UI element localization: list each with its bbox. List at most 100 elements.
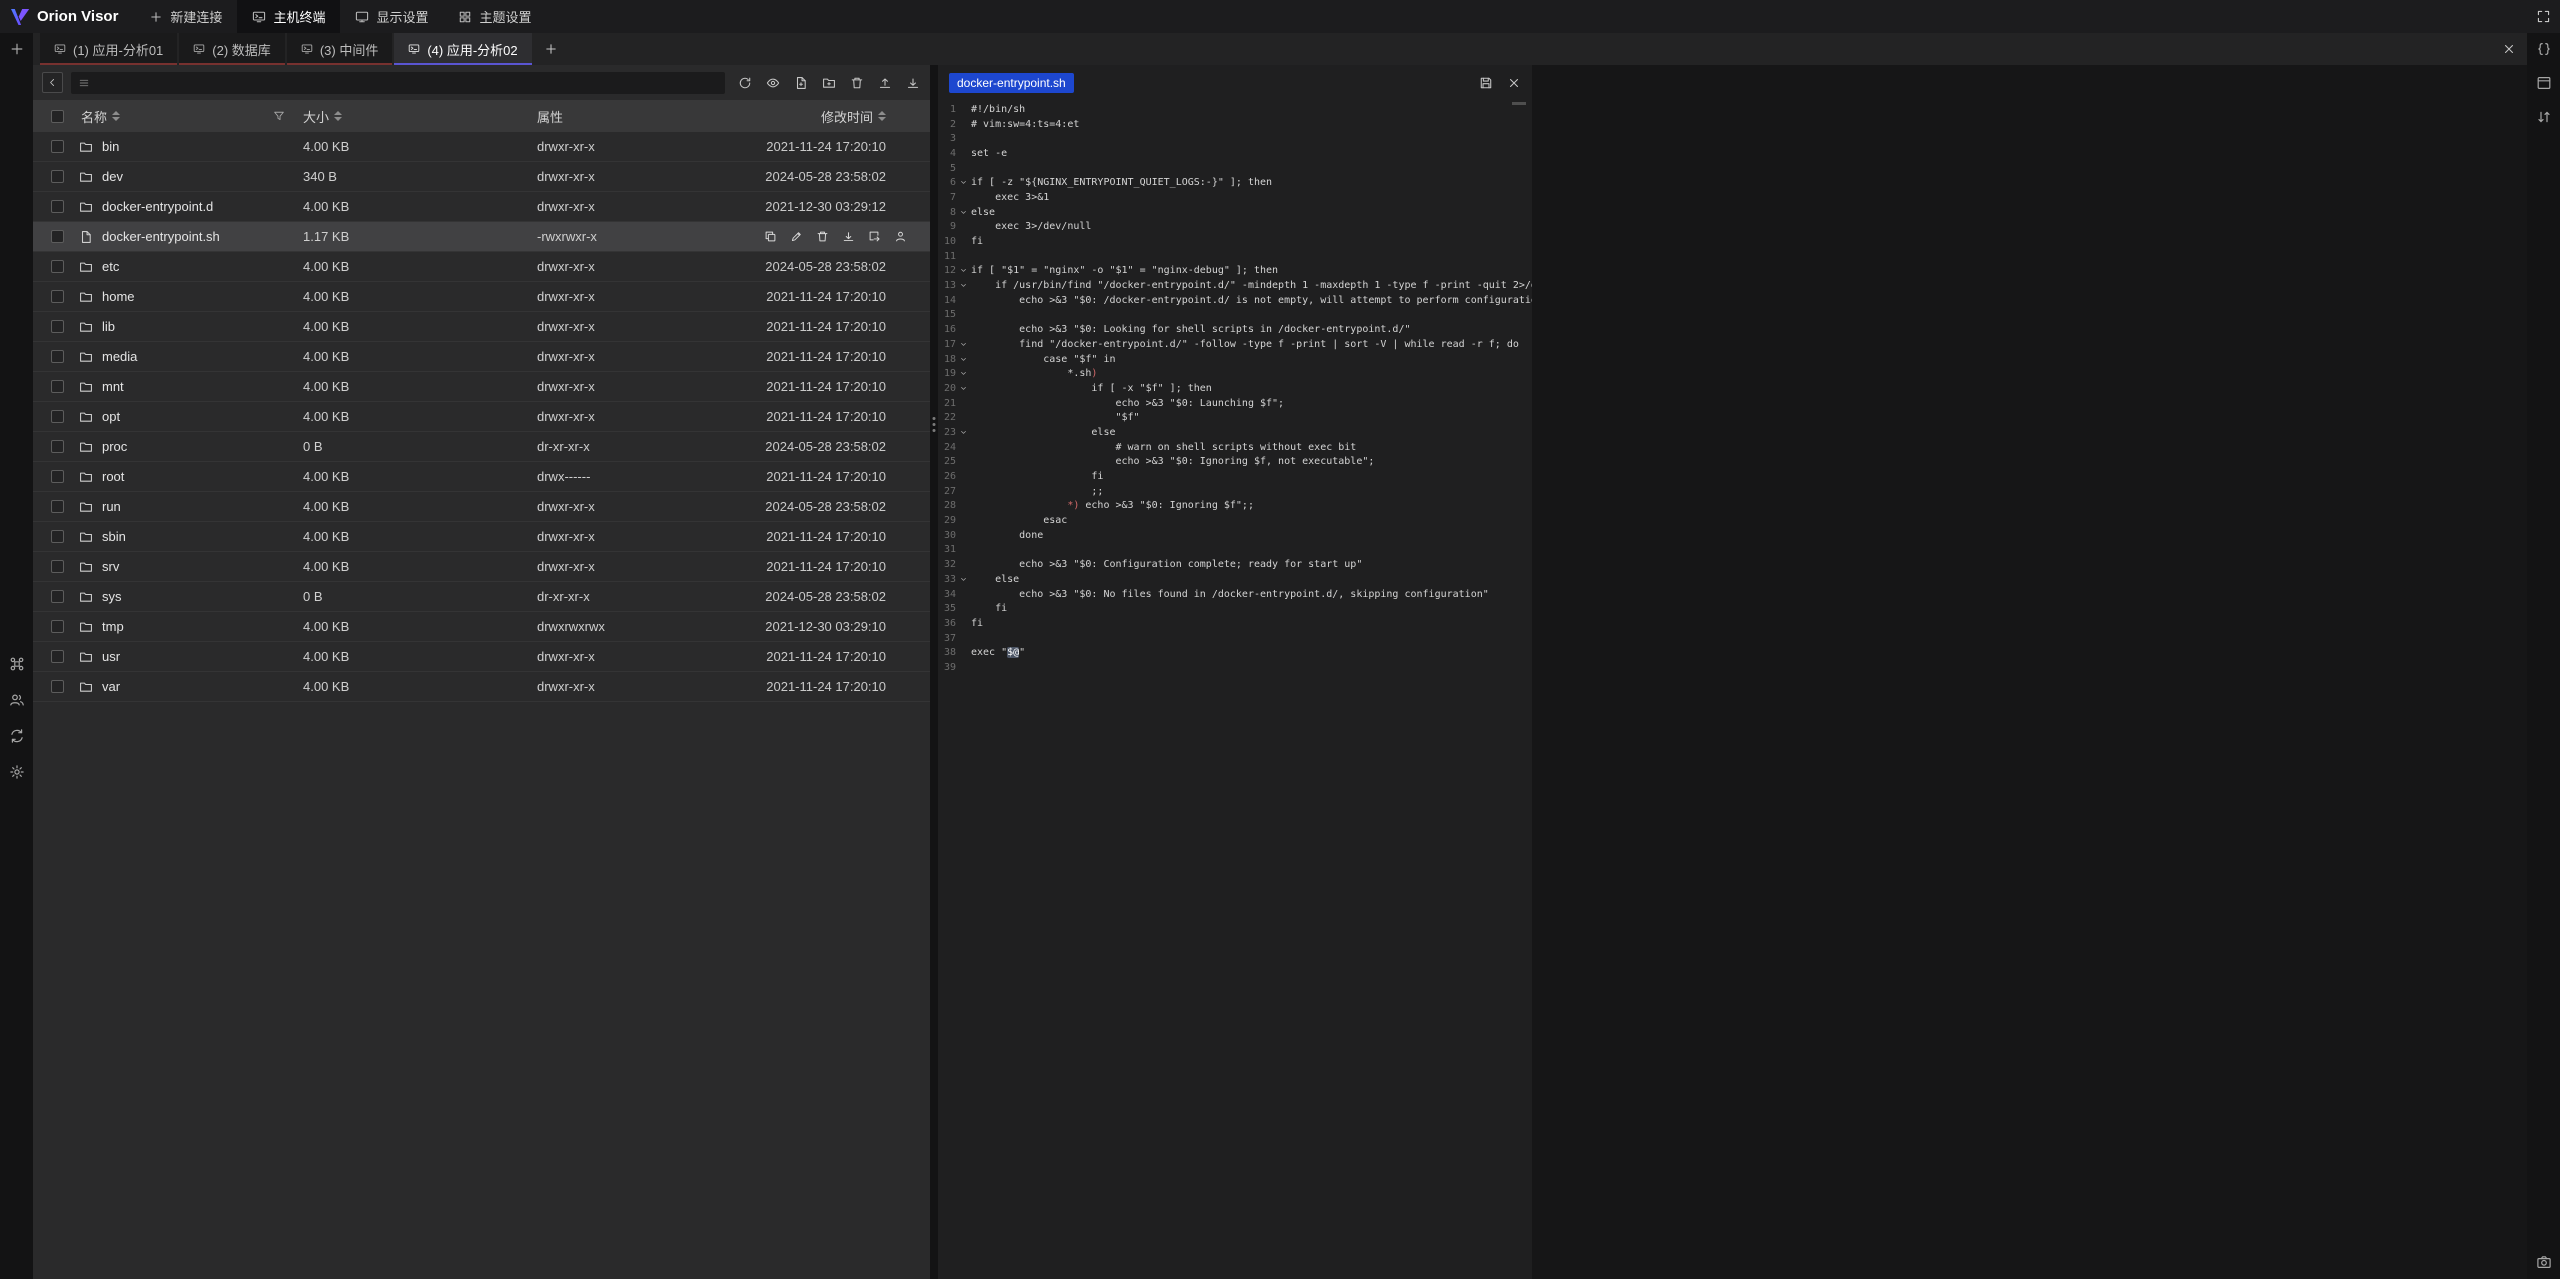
delete-button[interactable] xyxy=(849,75,865,91)
row-checkbox[interactable] xyxy=(51,380,64,393)
sort-by-size[interactable]: 大小 xyxy=(303,107,342,126)
line-number: 27 xyxy=(938,486,956,497)
command-button[interactable] xyxy=(3,650,31,678)
fold-toggle[interactable] xyxy=(956,369,971,378)
table-row[interactable]: docker-entrypoint.sh1.17 KB-rwxrwxr-x xyxy=(33,222,930,252)
table-row[interactable]: bin4.00 KBdrwxr-xr-x2021-11-24 17:20:10 xyxy=(33,132,930,162)
snippet-button[interactable] xyxy=(2530,35,2558,63)
code-text: echo >&3 "$0: Launching $f"; xyxy=(971,398,1532,409)
fold-toggle[interactable] xyxy=(956,428,971,437)
permission-button[interactable] xyxy=(893,229,908,244)
code-line: 38exec "$@" xyxy=(938,645,1532,660)
tab-3[interactable]: (3) 中间件 xyxy=(287,33,393,65)
table-row[interactable]: run4.00 KBdrwxr-xr-x2024-05-28 23:58:02 xyxy=(33,492,930,522)
menu-item-3[interactable]: 显示设置 xyxy=(340,0,443,33)
row-checkbox[interactable] xyxy=(51,530,64,543)
row-checkbox[interactable] xyxy=(51,590,64,603)
table-row[interactable]: lib4.00 KBdrwxr-xr-x2021-11-24 17:20:10 xyxy=(33,312,930,342)
menu-item-2[interactable]: 主机终端 xyxy=(237,0,340,33)
table-row[interactable]: home4.00 KBdrwxr-xr-x2021-11-24 17:20:10 xyxy=(33,282,930,312)
panel-button[interactable] xyxy=(2530,69,2558,97)
back-button[interactable] xyxy=(42,72,63,93)
row-checkbox[interactable] xyxy=(51,230,64,243)
menu-item-label: 新建连接 xyxy=(170,7,222,26)
fold-toggle[interactable] xyxy=(956,355,971,364)
tab-1[interactable]: (1) 应用-分析01 xyxy=(40,33,177,65)
sort-by-name[interactable]: 名称 xyxy=(81,107,120,126)
panel-splitter[interactable] xyxy=(930,65,938,1279)
fold-toggle[interactable] xyxy=(956,575,971,584)
refresh-button[interactable] xyxy=(737,75,753,91)
row-checkbox[interactable] xyxy=(51,410,64,423)
row-checkbox[interactable] xyxy=(51,440,64,453)
row-checkbox[interactable] xyxy=(51,650,64,663)
close-button[interactable] xyxy=(1506,75,1521,90)
menu-item-4[interactable]: 主题设置 xyxy=(443,0,546,33)
editor-panel: docker-entrypoint.sh 1#!/bin/sh2# vim:sw… xyxy=(938,65,1532,1279)
tab-2[interactable]: (2) 数据库 xyxy=(179,33,285,65)
menu-item-1[interactable]: 新建连接 xyxy=(134,0,237,33)
table-row[interactable]: srv4.00 KBdrwxr-xr-x2021-11-24 17:20:10 xyxy=(33,552,930,582)
table-row[interactable]: dev340 Bdrwxr-xr-x2024-05-28 23:58:02 xyxy=(33,162,930,192)
table-row[interactable]: media4.00 KBdrwxr-xr-x2021-11-24 17:20:1… xyxy=(33,342,930,372)
download-button[interactable] xyxy=(905,75,921,91)
row-checkbox[interactable] xyxy=(51,560,64,573)
table-row[interactable]: docker-entrypoint.d4.00 KBdrwxr-xr-x2021… xyxy=(33,192,930,222)
fullscreen-button[interactable] xyxy=(2536,9,2551,24)
fold-toggle[interactable] xyxy=(956,178,971,187)
path-input[interactable] xyxy=(96,76,718,90)
table-row[interactable]: mnt4.00 KBdrwxr-xr-x2021-11-24 17:20:10 xyxy=(33,372,930,402)
fold-toggle[interactable] xyxy=(956,266,971,275)
save-button[interactable] xyxy=(1478,75,1493,90)
copy-button[interactable] xyxy=(763,229,778,244)
code-text: echo >&3 "$0: /docker-entrypoint.d/ is n… xyxy=(971,295,1532,306)
fold-toggle[interactable] xyxy=(956,208,971,217)
fold-toggle[interactable] xyxy=(956,340,971,349)
table-row[interactable]: tmp4.00 KBdrwxrwxrwx2021-12-30 03:29:10 xyxy=(33,612,930,642)
sort-by-mtime[interactable]: 修改时间 xyxy=(821,107,886,126)
edit-button[interactable] xyxy=(789,229,804,244)
preview-button[interactable] xyxy=(765,75,781,91)
table-row[interactable]: sys0 Bdr-xr-xr-x2024-05-28 23:58:02 xyxy=(33,582,930,612)
table-row[interactable]: etc4.00 KBdrwxr-xr-x2024-05-28 23:58:02 xyxy=(33,252,930,282)
editor-scrollbar[interactable] xyxy=(1512,102,1526,105)
table-row[interactable]: root4.00 KBdrwx------2021-11-24 17:20:10 xyxy=(33,462,930,492)
delete-button[interactable] xyxy=(815,229,830,244)
row-checkbox[interactable] xyxy=(51,260,64,273)
download-button[interactable] xyxy=(841,229,856,244)
user-group-button[interactable] xyxy=(3,686,31,714)
camera-button[interactable] xyxy=(2530,1248,2558,1276)
filter-icon[interactable] xyxy=(273,110,285,122)
upload-button[interactable] xyxy=(877,75,893,91)
row-checkbox[interactable] xyxy=(51,140,64,153)
add-tab-button[interactable] xyxy=(534,33,568,65)
row-checkbox[interactable] xyxy=(51,200,64,213)
fold-toggle[interactable] xyxy=(956,384,971,393)
row-checkbox[interactable] xyxy=(51,680,64,693)
row-checkbox[interactable] xyxy=(51,470,64,483)
fold-toggle[interactable] xyxy=(956,281,971,290)
table-row[interactable]: opt4.00 KBdrwxr-xr-x2021-11-24 17:20:10 xyxy=(33,402,930,432)
row-checkbox[interactable] xyxy=(51,350,64,363)
row-checkbox[interactable] xyxy=(51,170,64,183)
row-checkbox[interactable] xyxy=(51,620,64,633)
row-checkbox[interactable] xyxy=(51,500,64,513)
sync-button[interactable] xyxy=(3,722,31,750)
close-all-button[interactable] xyxy=(2491,33,2527,65)
row-checkbox[interactable] xyxy=(51,320,64,333)
move-button[interactable] xyxy=(867,229,882,244)
transfer-button[interactable] xyxy=(2530,103,2558,131)
tab-4[interactable]: (4) 应用-分析02 xyxy=(394,33,531,65)
table-row[interactable]: var4.00 KBdrwxr-xr-x2021-11-24 17:20:10 xyxy=(33,672,930,702)
table-row[interactable]: sbin4.00 KBdrwxr-xr-x2021-11-24 17:20:10 xyxy=(33,522,930,552)
row-checkbox[interactable] xyxy=(51,290,64,303)
table-row[interactable]: usr4.00 KBdrwxr-xr-x2021-11-24 17:20:10 xyxy=(33,642,930,672)
plus-button[interactable] xyxy=(3,35,31,63)
new-folder-button[interactable] xyxy=(821,75,837,91)
table-row[interactable]: proc0 Bdr-xr-xr-x2024-05-28 23:58:02 xyxy=(33,432,930,462)
select-all-checkbox[interactable] xyxy=(51,110,64,123)
new-file-button[interactable] xyxy=(793,75,809,91)
code-line: 27 ;; xyxy=(938,484,1532,499)
code-editor[interactable]: 1#!/bin/sh2# vim:sw=4:ts=4:et34set -e56i… xyxy=(938,100,1532,1279)
settings-button[interactable] xyxy=(3,758,31,786)
